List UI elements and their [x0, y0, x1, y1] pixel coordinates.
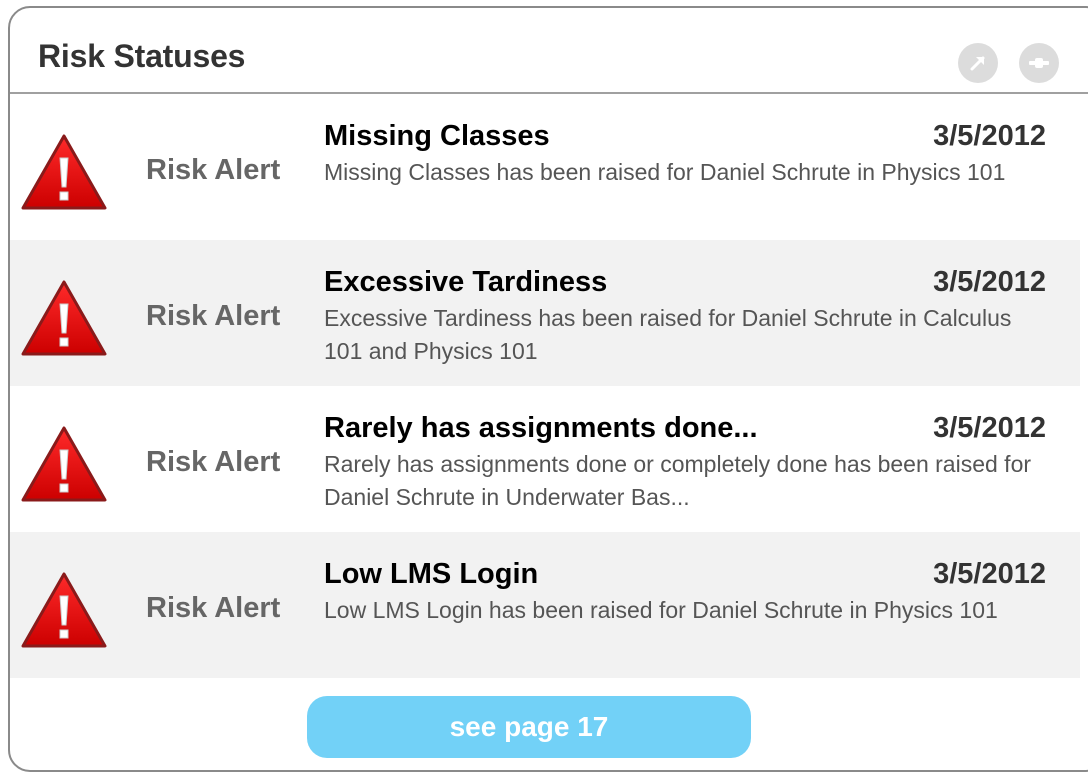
alert-row[interactable]: Risk Alert Missing Classes 3/5/2012 Miss… — [10, 94, 1080, 240]
warning-icon — [20, 132, 108, 212]
alert-row[interactable]: Risk Alert Low LMS Login 3/5/2012 Low LM… — [10, 532, 1080, 678]
warning-icon — [20, 570, 108, 650]
alert-date: 3/5/2012 — [933, 120, 1046, 152]
alert-type: Risk Alert — [146, 446, 281, 478]
minimize-icon — [1026, 52, 1052, 74]
warning-icon — [20, 278, 108, 358]
expand-button[interactable] — [958, 43, 998, 83]
alert-type: Risk Alert — [146, 154, 281, 186]
see-page-button[interactable]: see page 17 — [307, 696, 751, 758]
expand-icon — [967, 52, 989, 74]
warning-icon — [20, 424, 108, 504]
alert-list: Risk Alert Missing Classes 3/5/2012 Miss… — [10, 94, 1080, 678]
alert-description: Excessive Tardiness has been raised for … — [324, 305, 1012, 364]
alert-row[interactable]: Risk Alert Excessive Tardiness 3/5/2012 … — [10, 240, 1080, 386]
alert-title[interactable]: Missing Classes — [324, 120, 550, 153]
alert-type: Risk Alert — [146, 592, 281, 624]
alert-date: 3/5/2012 — [933, 558, 1046, 590]
alert-row[interactable]: Risk Alert Rarely has assignments done..… — [10, 386, 1080, 532]
alert-description: Rarely has assignments done or completel… — [324, 451, 1032, 510]
alert-date: 3/5/2012 — [933, 266, 1046, 298]
alert-description: Missing Classes has been raised for Dani… — [324, 159, 1006, 185]
minimize-button[interactable] — [1019, 43, 1059, 83]
risk-statuses-panel: Risk Statuses Risk Alert Missing Classes… — [8, 6, 1088, 772]
panel-title: Risk Statuses — [38, 38, 246, 74]
panel-header: Risk Statuses — [10, 8, 1088, 94]
alert-title[interactable]: Low LMS Login — [324, 558, 538, 591]
alert-date: 3/5/2012 — [933, 412, 1046, 444]
alert-description: Low LMS Login has been raised for Daniel… — [324, 597, 998, 623]
alert-type: Risk Alert — [146, 300, 281, 332]
alert-title[interactable]: Excessive Tardiness — [324, 266, 607, 299]
alert-title[interactable]: Rarely has assignments done... — [324, 412, 758, 445]
